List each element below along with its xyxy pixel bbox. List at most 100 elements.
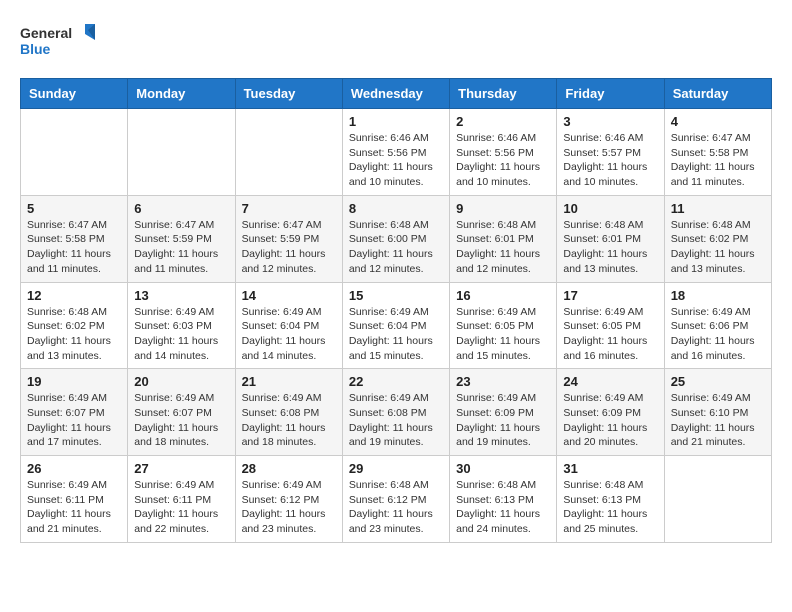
day-info: Sunrise: 6:49 AM Sunset: 6:05 PM Dayligh… [563,305,657,364]
day-number: 5 [27,201,121,216]
day-info: Sunrise: 6:46 AM Sunset: 5:56 PM Dayligh… [349,131,443,190]
day-number: 12 [27,288,121,303]
calendar-cell [235,109,342,196]
day-info: Sunrise: 6:47 AM Sunset: 5:59 PM Dayligh… [242,218,336,277]
calendar-cell: 20Sunrise: 6:49 AM Sunset: 6:07 PM Dayli… [128,369,235,456]
day-number: 18 [671,288,765,303]
day-number: 28 [242,461,336,476]
calendar-cell: 12 Sunrise: 6:48 AM Sunset: 6:02 PM Dayli… [21,282,128,369]
day-number: 26 [27,461,121,476]
day-number: 8 [349,201,443,216]
day-info: Sunrise: 6:48 AM Sunset: 6:00 PM Dayligh… [349,218,443,277]
calendar-table: SundayMondayTuesdayWednesdayThursdayFrid… [20,78,772,543]
day-number: 16 [456,288,550,303]
day-of-week-header: Tuesday [235,79,342,109]
day-info: Sunrise: 6:49 AM Sunset: 6:08 PM Dayligh… [242,391,336,450]
calendar-cell: 9 Sunrise: 6:48 AM Sunset: 6:01 PM Daylig… [450,195,557,282]
calendar-cell: 11Sunrise: 6:48 AM Sunset: 6:02 PM Dayli… [664,195,771,282]
day-info: Sunrise: 6:48 AM Sunset: 6:01 PM Dayligh… [456,218,550,277]
day-number: 3 [563,114,657,129]
calendar-cell: 31 Sunrise: 6:48 AM Sunset: 6:13 PM Dayli… [557,456,664,543]
day-number: 30 [456,461,550,476]
calendar-cell: 16 Sunrise: 6:49 AM Sunset: 6:05 PM Dayli… [450,282,557,369]
day-info: Sunrise: 6:47 AM Sunset: 5:58 PM Dayligh… [27,218,121,277]
calendar-cell: 18 Sunrise: 6:49 AM Sunset: 6:06 PM Dayli… [664,282,771,369]
day-number: 14 [242,288,336,303]
day-info: Sunrise: 6:48 AM Sunset: 6:01 PM Dayligh… [563,218,657,277]
day-number: 9 [456,201,550,216]
calendar-cell [664,456,771,543]
day-number: 24 [563,374,657,389]
logo: General Blue [20,20,100,62]
day-info: Sunrise: 6:48 AM Sunset: 6:13 PM Dayligh… [456,478,550,537]
day-number: 25 [671,374,765,389]
day-number: 21 [242,374,336,389]
day-of-week-header: Sunday [21,79,128,109]
day-info: Sunrise: 6:47 AM Sunset: 5:59 PM Dayligh… [134,218,228,277]
calendar-header-row: SundayMondayTuesdayWednesdayThursdayFrid… [21,79,772,109]
calendar-cell: 5 Sunrise: 6:47 AM Sunset: 5:58 PM Daylig… [21,195,128,282]
calendar-cell: 15Sunrise: 6:49 AM Sunset: 6:04 PM Dayli… [342,282,449,369]
day-number: 6 [134,201,228,216]
calendar-cell: 19 Sunrise: 6:49 AM Sunset: 6:07 PM Dayli… [21,369,128,456]
calendar-week-row: 5 Sunrise: 6:47 AM Sunset: 5:58 PM Daylig… [21,195,772,282]
day-number: 7 [242,201,336,216]
day-info: Sunrise: 6:49 AM Sunset: 6:05 PM Dayligh… [456,305,550,364]
calendar-week-row: 26 Sunrise: 6:49 AM Sunset: 6:11 PM Dayli… [21,456,772,543]
calendar-cell: 4Sunrise: 6:47 AM Sunset: 5:58 PM Daylig… [664,109,771,196]
day-info: Sunrise: 6:49 AM Sunset: 6:12 PM Dayligh… [242,478,336,537]
day-info: Sunrise: 6:46 AM Sunset: 5:56 PM Dayligh… [456,131,550,190]
logo-svg: General Blue [20,20,100,62]
calendar-cell: 24 Sunrise: 6:49 AM Sunset: 6:09 PM Dayli… [557,369,664,456]
calendar-cell: 3Sunrise: 6:46 AM Sunset: 5:57 PM Daylig… [557,109,664,196]
calendar-week-row: 12 Sunrise: 6:48 AM Sunset: 6:02 PM Dayli… [21,282,772,369]
calendar-cell: 25 Sunrise: 6:49 AM Sunset: 6:10 PM Dayli… [664,369,771,456]
day-of-week-header: Thursday [450,79,557,109]
day-number: 11 [671,201,765,216]
day-info: Sunrise: 6:49 AM Sunset: 6:09 PM Dayligh… [456,391,550,450]
calendar-cell: 6 Sunrise: 6:47 AM Sunset: 5:59 PM Daylig… [128,195,235,282]
calendar-cell: 28 Sunrise: 6:49 AM Sunset: 6:12 PM Dayli… [235,456,342,543]
day-of-week-header: Wednesday [342,79,449,109]
calendar-cell: 14Sunrise: 6:49 AM Sunset: 6:04 PM Dayli… [235,282,342,369]
day-number: 31 [563,461,657,476]
calendar-week-row: 19 Sunrise: 6:49 AM Sunset: 6:07 PM Dayli… [21,369,772,456]
day-number: 10 [563,201,657,216]
day-number: 20 [134,374,228,389]
day-info: Sunrise: 6:49 AM Sunset: 6:07 PM Dayligh… [27,391,121,450]
calendar-cell: 17 Sunrise: 6:49 AM Sunset: 6:05 PM Dayli… [557,282,664,369]
day-info: Sunrise: 6:49 AM Sunset: 6:11 PM Dayligh… [27,478,121,537]
calendar-cell: 29 Sunrise: 6:48 AM Sunset: 6:12 PM Dayli… [342,456,449,543]
calendar-cell: 23 Sunrise: 6:49 AM Sunset: 6:09 PM Dayli… [450,369,557,456]
day-number: 17 [563,288,657,303]
day-info: Sunrise: 6:49 AM Sunset: 6:11 PM Dayligh… [134,478,228,537]
calendar-body: 1 Sunrise: 6:46 AM Sunset: 5:56 PM Daylig… [21,109,772,543]
calendar-cell: 1 Sunrise: 6:46 AM Sunset: 5:56 PM Daylig… [342,109,449,196]
calendar-cell [128,109,235,196]
day-number: 23 [456,374,550,389]
day-of-week-header: Monday [128,79,235,109]
day-number: 1 [349,114,443,129]
day-info: Sunrise: 6:49 AM Sunset: 6:09 PM Dayligh… [563,391,657,450]
calendar-cell: 21 Sunrise: 6:49 AM Sunset: 6:08 PM Dayli… [235,369,342,456]
day-number: 15 [349,288,443,303]
svg-text:Blue: Blue [20,41,51,57]
day-number: 29 [349,461,443,476]
day-info: Sunrise: 6:48 AM Sunset: 6:13 PM Dayligh… [563,478,657,537]
day-info: Sunrise: 6:49 AM Sunset: 6:03 PM Dayligh… [134,305,228,364]
day-of-week-header: Saturday [664,79,771,109]
calendar-cell [21,109,128,196]
calendar-cell: 2Sunrise: 6:46 AM Sunset: 5:56 PM Daylig… [450,109,557,196]
calendar-cell: 10 Sunrise: 6:48 AM Sunset: 6:01 PM Dayli… [557,195,664,282]
day-info: Sunrise: 6:48 AM Sunset: 6:12 PM Dayligh… [349,478,443,537]
day-info: Sunrise: 6:48 AM Sunset: 6:02 PM Dayligh… [27,305,121,364]
day-info: Sunrise: 6:49 AM Sunset: 6:06 PM Dayligh… [671,305,765,364]
day-info: Sunrise: 6:49 AM Sunset: 6:08 PM Dayligh… [349,391,443,450]
svg-text:General: General [20,25,72,41]
calendar-week-row: 1 Sunrise: 6:46 AM Sunset: 5:56 PM Daylig… [21,109,772,196]
day-number: 19 [27,374,121,389]
day-number: 22 [349,374,443,389]
calendar-cell: 7 Sunrise: 6:47 AM Sunset: 5:59 PM Daylig… [235,195,342,282]
calendar-cell: 27Sunrise: 6:49 AM Sunset: 6:11 PM Dayli… [128,456,235,543]
day-info: Sunrise: 6:49 AM Sunset: 6:10 PM Dayligh… [671,391,765,450]
